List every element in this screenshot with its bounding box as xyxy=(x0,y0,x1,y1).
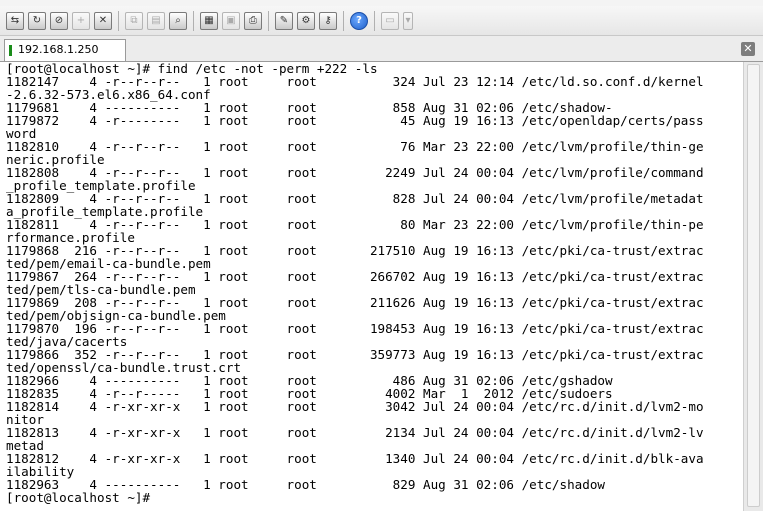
copy-icon[interactable]: ⧉ xyxy=(125,11,143,30)
toolbar-separator xyxy=(118,10,119,31)
toolbar: ⇆ ↻ ⊘ + ✕ ⧉ ▤ ⌕ ▦ ▣ ⎙ ✎ ⚙ ⚷ ? ▭ ▾ xyxy=(0,6,763,36)
print-icon[interactable]: ▣ xyxy=(222,11,240,30)
help-icon[interactable]: ? xyxy=(350,11,368,30)
paste-icon[interactable]: ▤ xyxy=(147,11,165,30)
display-icon[interactable]: ▭ xyxy=(381,11,399,30)
options-icon[interactable]: ✎ xyxy=(275,11,293,30)
terminal-area[interactable]: [root@localhost ~]# find /etc -not -perm… xyxy=(0,62,743,511)
dropdown-icon[interactable]: ▾ xyxy=(403,11,413,30)
toolbar-separator xyxy=(343,10,344,31)
connected-indicator-icon xyxy=(9,44,12,56)
terminal-output: [root@localhost ~]# find /etc -not -perm… xyxy=(0,62,743,504)
terminal-line: 1182814 4 -r-xr-xr-x 1 root root 3042 Ju… xyxy=(6,399,704,414)
terminal-line: 1182810 4 -r--r--r-- 1 root root 76 Mar … xyxy=(6,139,704,154)
new-session-icon[interactable]: + xyxy=(72,11,90,30)
session-tabstrip: 192.168.1.250 xyxy=(0,36,763,62)
keymap-icon[interactable]: ⚙ xyxy=(297,11,315,30)
tab-label: 192.168.1.250 xyxy=(18,43,99,56)
close-tab-icon[interactable]: ✕ xyxy=(741,42,755,56)
reconnect-icon[interactable]: ↻ xyxy=(28,11,46,30)
terminal-line: 1179872 4 -r-------- 1 root root 45 Aug … xyxy=(6,113,704,128)
terminal-scrollbar[interactable] xyxy=(743,62,763,511)
toolbar-separator xyxy=(193,10,194,31)
toolbar-separator xyxy=(374,10,375,31)
connect-icon[interactable]: ⇆ xyxy=(6,11,24,30)
terminal-line: 1182813 4 -r-xr-xr-x 1 root root 2134 Ju… xyxy=(6,425,704,440)
tab-session[interactable]: 192.168.1.250 xyxy=(4,39,126,61)
find-icon[interactable]: ⌕ xyxy=(169,11,187,30)
scrollbar-thumb[interactable] xyxy=(747,64,760,507)
toolbar-separator xyxy=(268,10,269,31)
close-session-icon[interactable]: ✕ xyxy=(94,11,112,30)
terminal-line: 1182812 4 -r-xr-xr-x 1 root root 1340 Ju… xyxy=(6,451,704,466)
print-setup-icon[interactable]: ▦ xyxy=(200,11,218,30)
key-icon[interactable]: ⚷ xyxy=(319,11,337,30)
print-screen-icon[interactable]: ⎙ xyxy=(244,11,262,30)
terminal-line: [root@localhost ~]# xyxy=(6,490,158,505)
disconnect-icon[interactable]: ⊘ xyxy=(50,11,68,30)
